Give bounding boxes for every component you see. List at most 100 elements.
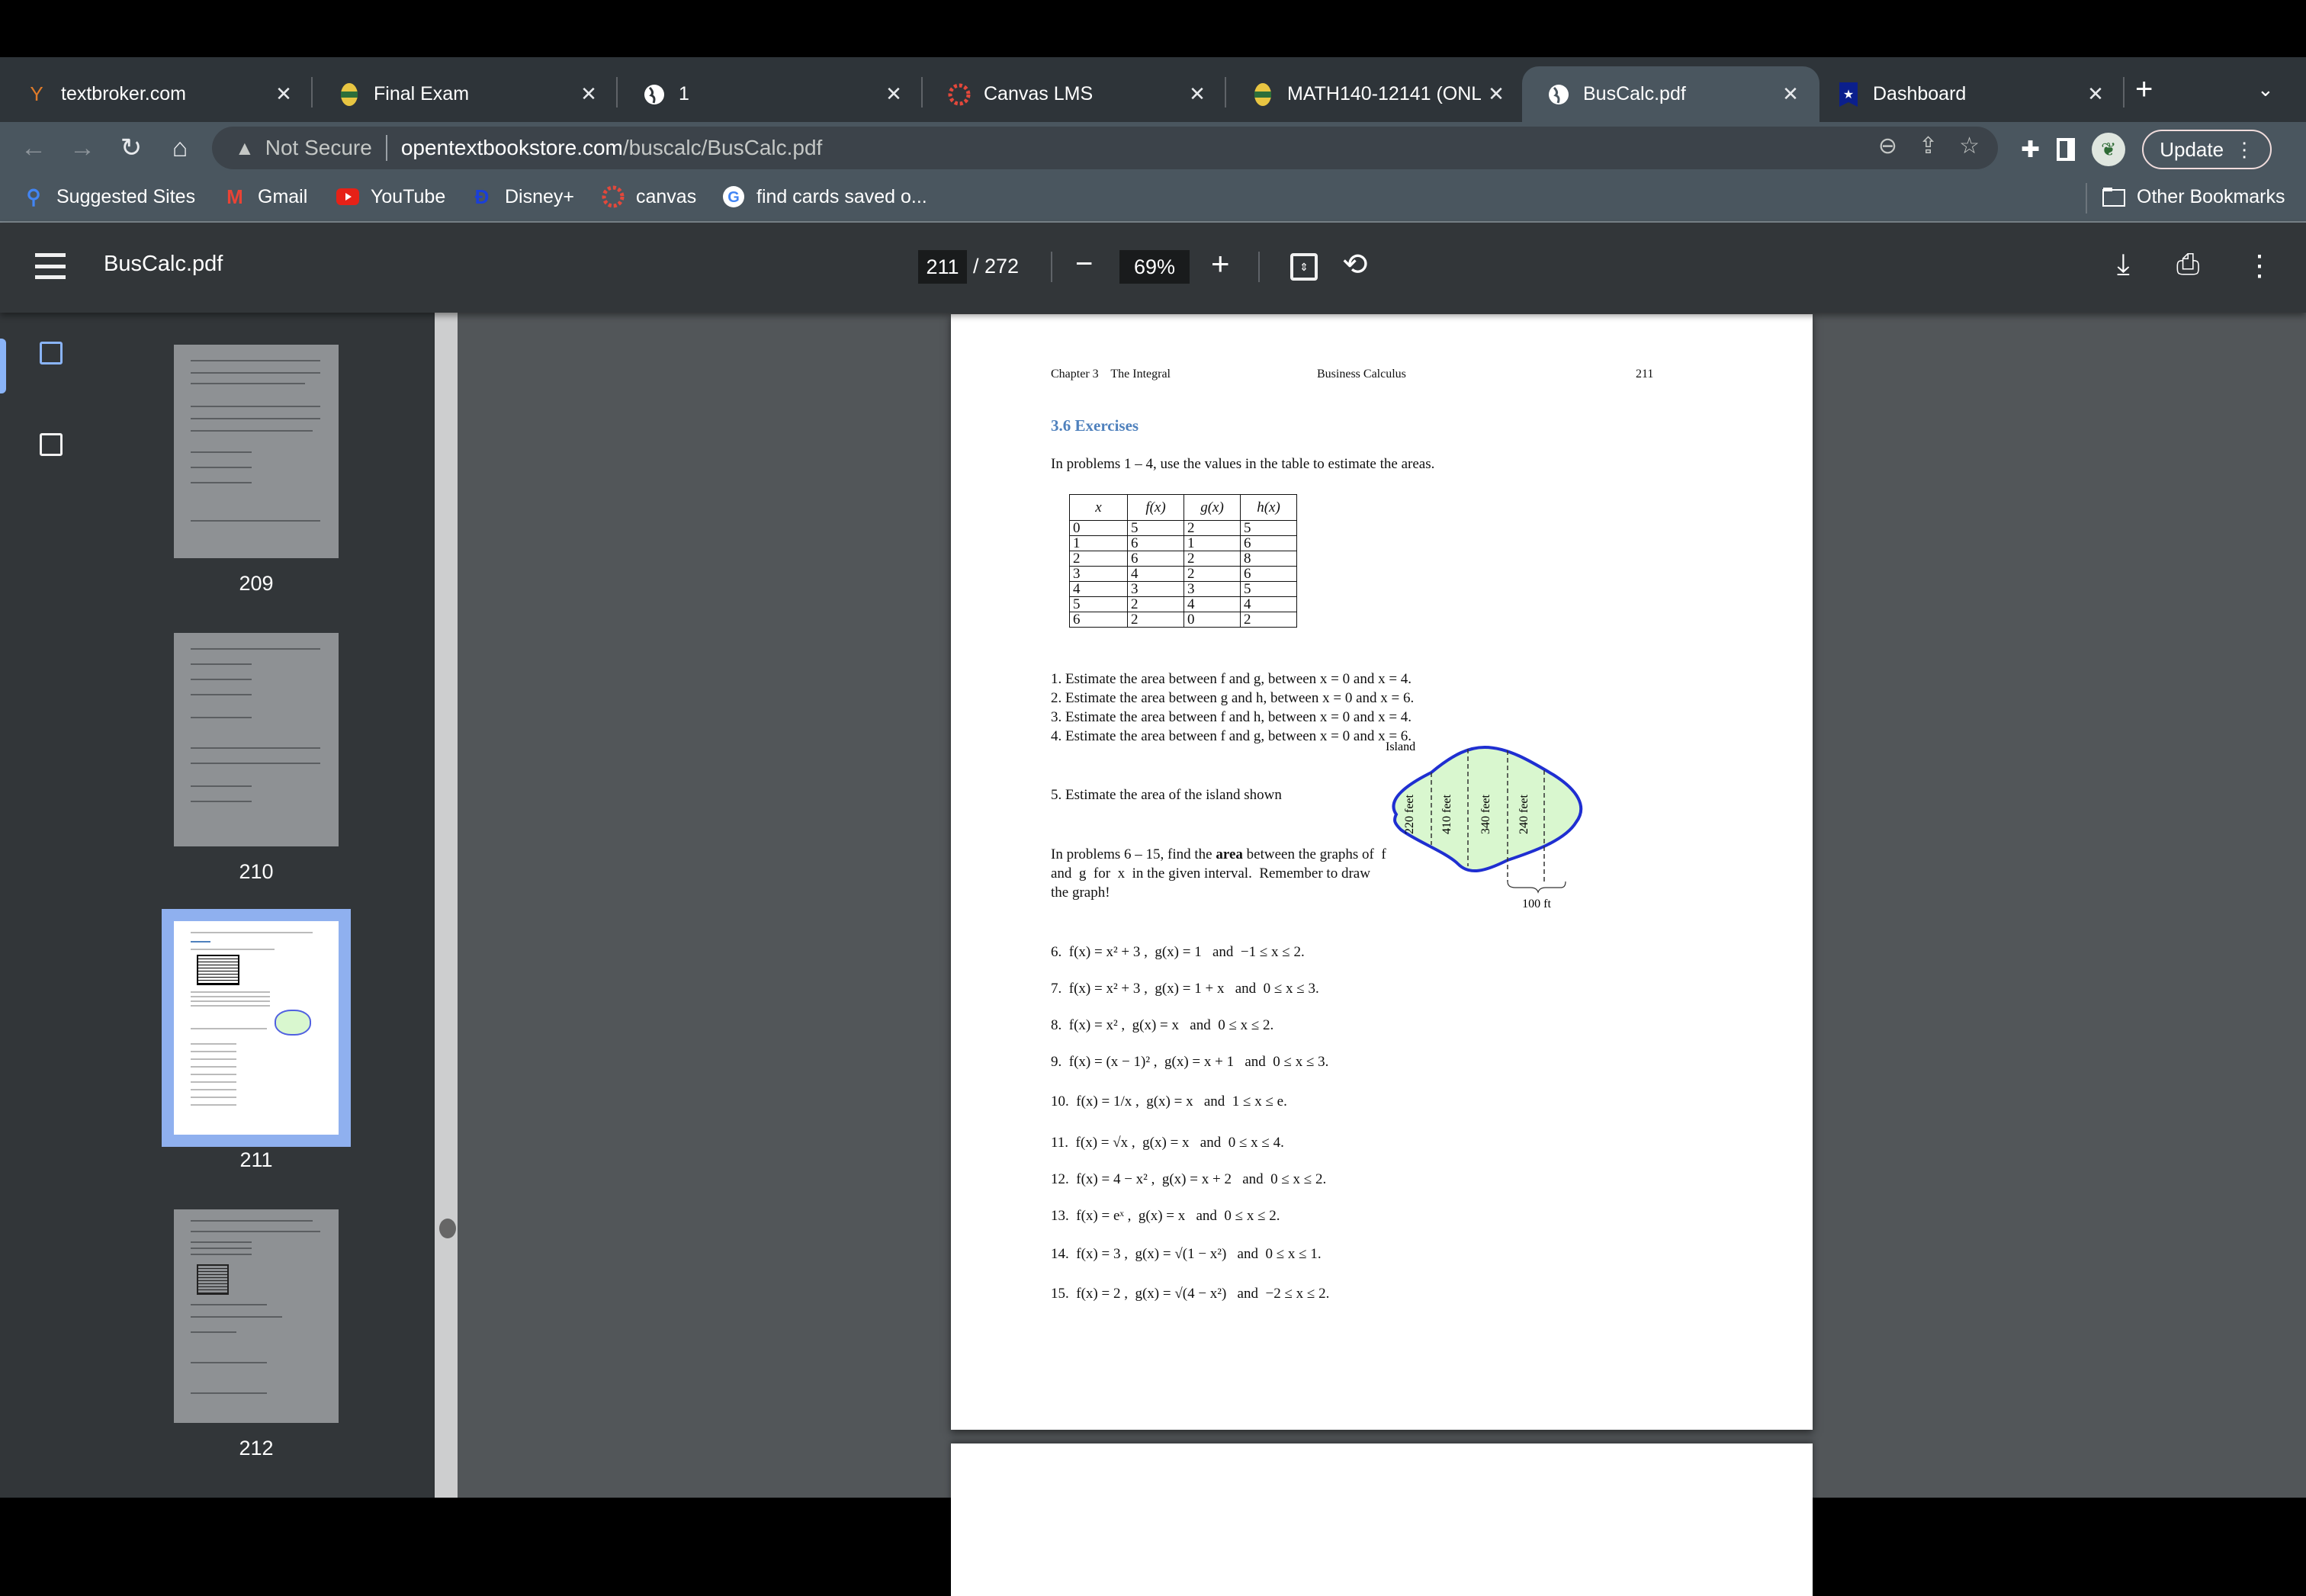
table-cell: 5 <box>1240 520 1297 536</box>
tab-separator <box>2123 77 2125 108</box>
thumbnail-label: 210 <box>239 860 274 883</box>
profile-avatar[interactable]: ❦ <box>2092 133 2126 166</box>
folder-icon <box>2102 185 2126 209</box>
section-title: 3.6 Exercises <box>1051 416 1139 435</box>
update-button[interactable]: Update ⋮ <box>2142 130 2272 169</box>
star-badge-icon: ★ <box>1836 82 1861 107</box>
scrollbar-thumb[interactable] <box>439 1219 456 1238</box>
zoom-out-icon[interactable]: ⊖ <box>1878 133 1897 159</box>
svg-text:G: G <box>727 189 740 206</box>
thumbnail-page-212[interactable] <box>174 1209 339 1423</box>
bookmark-youtube[interactable]: YouTube <box>336 185 445 209</box>
bookmark-label: find cards saved o... <box>756 185 927 207</box>
close-tab-icon[interactable]: ✕ <box>1775 82 1806 106</box>
island-label: Island <box>1386 740 1415 753</box>
problem-3: 3. Estimate the area between f and h, be… <box>1051 709 1412 725</box>
tab-buscalc-pdf[interactable]: BusCalc.pdf ✕ <box>1522 66 1819 122</box>
download-icon[interactable]: ⤓ <box>2117 249 2130 281</box>
table-row: 0525 <box>1069 520 1297 536</box>
bookmark-canvas[interactable]: canvas <box>601 185 696 209</box>
search-icon: ⚲ <box>26 185 41 208</box>
tab-1[interactable]: 1 ✕ <box>618 66 923 122</box>
thumbnails-view-icon[interactable] <box>40 342 63 364</box>
zoom-out-button[interactable]: − <box>1075 247 1093 281</box>
back-button[interactable]: ← <box>15 130 52 166</box>
table-header: f(x) <box>1127 494 1184 521</box>
tab-title: BusCalc.pdf <box>1583 83 1686 104</box>
table-cell: 2 <box>1184 551 1241 567</box>
problem-9: 9. f(x) = (x − 1)² , g(x) = x + 1 and 0 … <box>1051 1054 1329 1070</box>
tab-final-exam[interactable]: Final Exam ✕ <box>313 66 618 122</box>
outline-view-icon[interactable] <box>40 433 63 456</box>
tab-canvas-lms[interactable]: Canvas LMS ✕ <box>923 66 1226 122</box>
security-label[interactable]: Not Secure <box>265 136 372 160</box>
zoom-level-input[interactable]: 69% <box>1119 250 1190 284</box>
reload-button[interactable]: ↻ <box>113 130 149 166</box>
bookmark-find-cards[interactable]: Gfind cards saved o... <box>721 185 927 209</box>
new-tab-button[interactable]: + <box>2135 72 2153 107</box>
problem-1: 1. Estimate the area between f and g, be… <box>1051 671 1412 687</box>
rotate-icon[interactable]: ⟲ <box>1342 247 1368 282</box>
url-host: opentextbookstore.com <box>400 136 623 159</box>
intro-problems-1-4: In problems 1 – 4, use the values in the… <box>1051 456 1435 472</box>
more-options-icon[interactable]: ⋮ <box>2245 249 2274 283</box>
tab-textbroker[interactable]: Y textbroker.com ✕ <box>0 66 313 122</box>
close-tab-icon[interactable]: ✕ <box>573 82 604 106</box>
screen-top-bar <box>0 0 2306 57</box>
tab-search-chevron-icon[interactable]: ⌄ <box>2257 78 2274 101</box>
close-tab-icon[interactable]: ✕ <box>878 82 909 106</box>
sidebar-scrollbar[interactable] <box>433 313 458 1498</box>
table-header: h(x) <box>1240 494 1297 521</box>
sidebar-menu-icon[interactable] <box>35 253 66 279</box>
close-tab-icon[interactable]: ✕ <box>1182 82 1212 106</box>
close-tab-icon[interactable]: ✕ <box>268 82 299 106</box>
canvas-icon <box>601 185 625 209</box>
problem-5: 5. Estimate the area of the island shown <box>1051 787 1282 803</box>
table-row: 6202 <box>1069 612 1297 628</box>
table-cell: 1 <box>1184 535 1241 551</box>
table-cell: 4 <box>1184 596 1241 612</box>
tab-math140[interactable]: MATH140-12141 (ONL) ✕ <box>1226 66 1525 122</box>
home-button[interactable]: ⌂ <box>162 130 198 166</box>
close-tab-icon[interactable]: ✕ <box>2080 82 2111 106</box>
bookmarks-bar: ⚲ Suggested Sites M Gmail YouTube Ð Disney+… <box>0 174 2306 223</box>
intro-text: In problems 6 – 15, find the <box>1051 846 1216 862</box>
close-tab-icon[interactable]: ✕ <box>1481 82 1511 106</box>
thumbnail-label: 209 <box>239 572 274 595</box>
page-number-input[interactable]: 211 <box>918 250 967 284</box>
intro-text: between the graphs of f <box>1242 846 1386 862</box>
thumbnail-page-209[interactable] <box>174 345 339 558</box>
table-cell: 6 <box>1127 535 1184 551</box>
table-cell: 1 <box>1069 535 1128 551</box>
table-cell: 2 <box>1127 596 1184 612</box>
extensions-puzzle-icon[interactable]: ✚ <box>2021 136 2040 163</box>
thumbnail-page-211[interactable] <box>162 909 351 1147</box>
bookmark-suggested-sites[interactable]: ⚲ Suggested Sites <box>21 185 195 209</box>
side-panel-icon[interactable] <box>2057 138 2076 161</box>
address-bar[interactable]: ▲ Not Secure opentextbookstore.com /busc… <box>212 127 1998 169</box>
forward-button[interactable]: → <box>64 130 101 166</box>
bookmark-label: YouTube <box>371 185 446 207</box>
zoom-in-button[interactable]: + <box>1211 246 1230 282</box>
thumbnail-page-210[interactable] <box>174 633 339 846</box>
bookmark-disney[interactable]: Ð Disney+ <box>470 185 574 209</box>
bookmark-gmail[interactable]: M Gmail <box>223 185 307 209</box>
warning-icon: ▲ <box>235 136 255 159</box>
share-icon[interactable]: ⇪ <box>1919 133 1938 159</box>
table-cell: 8 <box>1240 551 1297 567</box>
tab-title: Dashboard <box>1873 83 1967 104</box>
intro-problems-6-15-line2: and g for x in the given interval. Remem… <box>1051 865 1370 881</box>
intro-problems-6-15-line3: the graph! <box>1051 885 1110 901</box>
document-title: BusCalc.pdf <box>104 252 223 276</box>
problem-6: 6. f(x) = x² + 3 , g(x) = 1 and −1 ≤ x ≤… <box>1051 944 1305 960</box>
pdf-page-212 <box>951 1443 1813 1596</box>
fit-to-page-icon[interactable]: ⇕ <box>1290 253 1318 281</box>
page-header-chapter: Chapter 3 The Integral <box>1051 368 1171 381</box>
print-icon[interactable]: ⎙ <box>2176 249 2199 281</box>
tab-dashboard[interactable]: ★ Dashboard ✕ <box>1819 66 2125 122</box>
table-header-row: x f(x) g(x) h(x) <box>1069 494 1297 521</box>
island-width-label: 220 feet <box>1403 794 1416 834</box>
table-cell: 2 <box>1184 566 1241 582</box>
bookmark-star-icon[interactable]: ☆ <box>1959 133 1980 159</box>
other-bookmarks[interactable]: Other Bookmarks <box>2102 185 2285 209</box>
